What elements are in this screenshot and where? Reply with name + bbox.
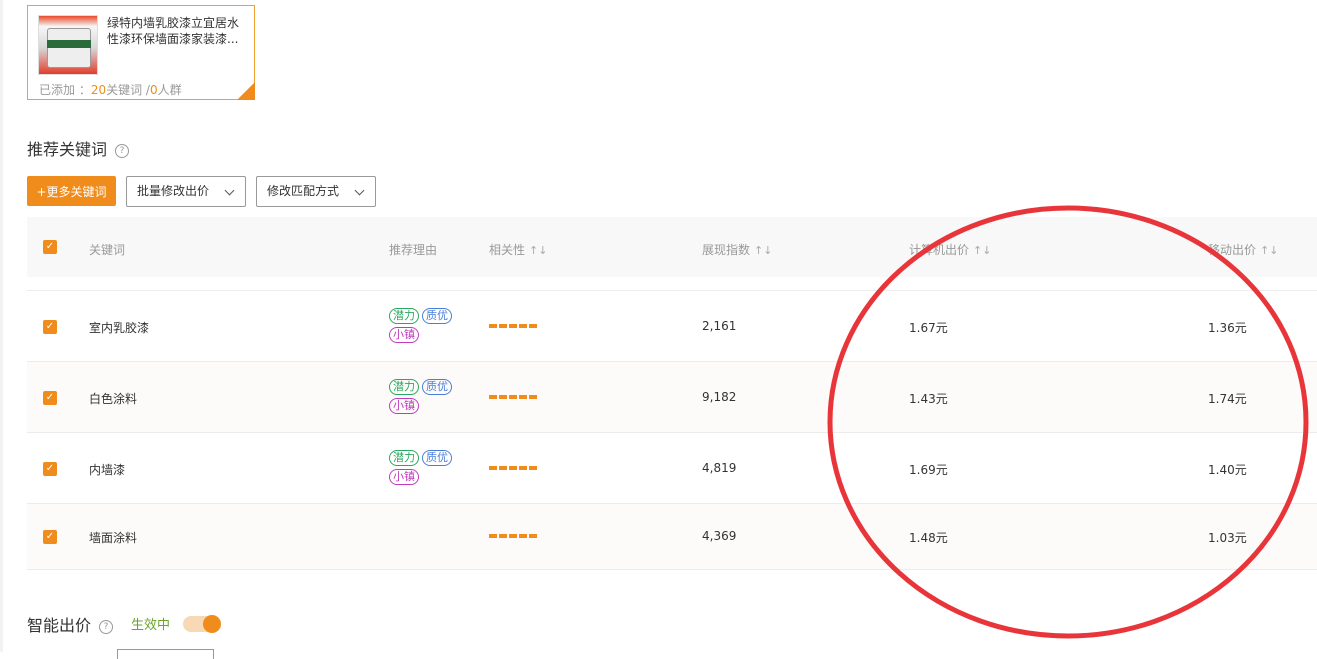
table-row: ✓ 室内乳胶漆 潜力 质优 小镇 2,161 1.67元 1.36元	[27, 291, 1317, 362]
tag-town: 小镇	[389, 398, 419, 414]
keyword-count: 20	[90, 83, 107, 97]
left-edge-strip	[0, 0, 3, 652]
recommend-keywords-label: 推荐关键词	[27, 140, 108, 159]
header-relevance[interactable]: 相关性 ↑↓	[489, 241, 547, 258]
product-meta-prefix: 已添加 ：	[39, 83, 91, 97]
product-meta: 已添加 ：20关键词 /0人群	[39, 81, 182, 98]
keyword-cell: 内墙漆	[89, 463, 126, 477]
pc-bid-cell[interactable]: 1.67元	[909, 319, 948, 336]
batch-bid-label: 批量修改出价	[137, 184, 210, 198]
table-header: ✓ 关键词 推荐理由 相关性 ↑↓ 展现指数 ↑↓ 计算机出价 ↑↓ 移动出价 ↑↓	[27, 217, 1317, 277]
paint-bucket-image	[47, 28, 91, 68]
toggle-knob	[203, 615, 221, 633]
reason-tags: 潜力 质优 小镇	[389, 308, 479, 343]
product-card[interactable]: 绿特内墙乳胶漆立宜居水性漆环保墙面漆家装漆... 已添加 ：20关键词 /0人群	[27, 5, 255, 100]
reason-tags: 潜力 质优 小镇	[389, 450, 479, 485]
mobile-bid-cell[interactable]: 1.40元	[1208, 461, 1247, 478]
tag-quality: 质优	[422, 450, 452, 466]
impressions-cell: 9,182	[702, 390, 737, 404]
product-title: 绿特内墙乳胶漆立宜居水性漆环保墙面漆家装漆...	[107, 16, 240, 46]
reason-tags: 潜力 质优 小镇	[389, 379, 479, 414]
match-mode-dropdown[interactable]: 修改匹配方式	[256, 176, 376, 207]
mobile-bid-cell[interactable]: 1.03元	[1208, 529, 1247, 546]
tag-potential: 潜力	[389, 379, 419, 395]
question-circle-icon[interactable]: ?	[99, 620, 114, 634]
paint-bucket-band	[47, 40, 91, 48]
header-mobile-bid[interactable]: 移动出价 ↑↓	[1208, 241, 1278, 258]
add-more-keywords-button[interactable]: +更多关键词	[27, 176, 116, 206]
header-pc-bid[interactable]: 计算机出价 ↑↓	[909, 241, 991, 258]
row-checkbox[interactable]: ✓	[43, 320, 57, 334]
smart-bid-toggle[interactable]	[183, 615, 221, 633]
header-keyword: 关键词	[89, 243, 126, 257]
product-thumbnail	[38, 15, 98, 75]
sort-icon[interactable]: ↑↓	[754, 244, 772, 257]
sort-icon[interactable]: ↑↓	[973, 244, 991, 257]
tag-quality: 质优	[422, 308, 452, 324]
impressions-cell: 2,161	[702, 319, 737, 333]
keyword-cell: 墙面涂料	[89, 531, 138, 545]
match-mode-label: 修改匹配方式	[267, 184, 340, 198]
header-mobile-bid-label: 移动出价	[1208, 243, 1257, 257]
keyword-count-label: 关键词 /	[106, 83, 150, 97]
relevance-bar	[489, 466, 539, 470]
chevron-down-icon	[224, 185, 235, 196]
header-pc-bid-label: 计算机出价	[909, 243, 970, 257]
crowd-count-label: 人群	[157, 83, 182, 97]
smart-bid-label: 智能出价	[27, 616, 92, 635]
recommend-keywords-title: 推荐关键词?	[27, 136, 130, 160]
header-impressions-label: 展现指数	[702, 243, 751, 257]
relevance-bar	[489, 395, 539, 399]
crowd-count: 0	[149, 83, 158, 97]
sort-icon[interactable]: ↑↓	[1260, 244, 1278, 257]
sort-icon[interactable]: ↑↓	[529, 244, 547, 257]
keyword-cell: 白色涂料	[89, 392, 138, 406]
tag-potential: 潜力	[389, 450, 419, 466]
partial-input-box[interactable]	[117, 649, 214, 659]
header-relevance-label: 相关性	[489, 243, 526, 257]
header-reason: 推荐理由	[389, 243, 438, 257]
relevance-bar	[489, 534, 539, 538]
table-row: ✓ 白色涂料 潜力 质优 小镇 9,182 1.43元 1.74元	[27, 362, 1317, 433]
chevron-down-icon	[354, 185, 365, 196]
select-all-checkbox[interactable]: ✓	[43, 240, 57, 254]
impressions-cell: 4,819	[702, 461, 737, 475]
mobile-bid-cell[interactable]: 1.74元	[1208, 390, 1247, 407]
question-circle-icon[interactable]: ?	[115, 144, 130, 158]
pc-bid-cell[interactable]: 1.48元	[909, 529, 948, 546]
table-row: ✓ 内墙漆 潜力 质优 小镇 4,819 1.69元 1.40元	[27, 433, 1317, 504]
tag-town: 小镇	[389, 327, 419, 343]
mobile-bid-cell[interactable]: 1.36元	[1208, 319, 1247, 336]
table-row: ✓ 墙面涂料 4,369 1.48元 1.03元	[27, 504, 1317, 570]
row-checkbox[interactable]: ✓	[43, 462, 57, 476]
header-impressions[interactable]: 展现指数 ↑↓	[702, 241, 772, 258]
tag-potential: 潜力	[389, 308, 419, 324]
pc-bid-cell[interactable]: 1.43元	[909, 390, 948, 407]
keyword-cell: 室内乳胶漆	[89, 321, 150, 335]
impressions-cell: 4,369	[702, 529, 737, 543]
row-checkbox[interactable]: ✓	[43, 391, 57, 405]
batch-bid-dropdown[interactable]: 批量修改出价	[126, 176, 246, 207]
tag-town: 小镇	[389, 469, 419, 485]
selected-corner-marker	[237, 82, 255, 100]
smart-bid-status: 生效中	[131, 618, 171, 633]
relevance-bar	[489, 324, 539, 328]
smart-bid-title: 智能出价?	[27, 612, 114, 636]
row-checkbox[interactable]: ✓	[43, 530, 57, 544]
pc-bid-cell[interactable]: 1.69元	[909, 461, 948, 478]
tag-quality: 质优	[422, 379, 452, 395]
